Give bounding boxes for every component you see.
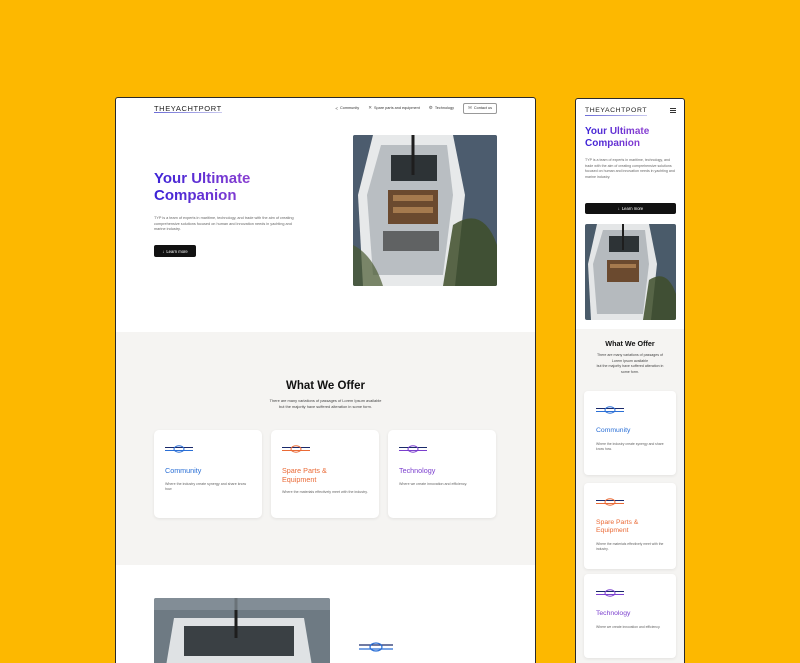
logo[interactable]: THEYACHTPORT <box>585 106 648 116</box>
top-nav: THEYACHTPORT < Community ✕ Spare parts a… <box>116 98 535 118</box>
knot-icon <box>399 445 427 453</box>
card-description: Where the materials effectively meet wit… <box>282 490 368 494</box>
offer-subtitle-line: but the majority have suffered alteratio… <box>279 403 372 409</box>
knot-icon <box>596 498 624 506</box>
hero-description: TYP is a team of experts in maritime, te… <box>154 216 294 232</box>
contact-button[interactable]: ✉ Contact us <box>463 102 497 114</box>
card-description: Where the materials effectively meet wit… <box>596 542 664 552</box>
arrow-down-icon: ↓ <box>617 206 620 211</box>
nav-item-community[interactable]: < Community <box>335 106 359 111</box>
offer-card-community[interactable]: Community Where the industry create syne… <box>154 430 262 518</box>
nav-label: Spare parts and equipment <box>373 106 420 110</box>
hero-title: Your Ultimate Companion <box>585 126 680 150</box>
card-title: Spare Parts & Equipment <box>596 519 639 535</box>
offer-card-technology[interactable]: Technology Where we create innovation an… <box>388 430 496 518</box>
hero-yacht-image <box>585 224 676 320</box>
mobile-preview: THEYACHTPORT Your Ultimate Companion TYP… <box>575 98 685 663</box>
learn-more-label: Learn more <box>166 248 188 254</box>
offer-title: What We Offer <box>285 380 365 392</box>
offer-section: What We Offer There are many variations … <box>116 332 535 565</box>
offer-card-spare-parts[interactable]: Spare Parts & Equipment Where the materi… <box>271 430 379 518</box>
offer-title: What We Offer <box>605 339 655 348</box>
offer-subtitle: There are many variations of passages of… <box>116 398 535 409</box>
knot-icon <box>165 445 193 453</box>
desktop-preview: THEYACHTPORT < Community ✕ Spare parts a… <box>115 97 536 663</box>
logo-underline <box>585 114 648 116</box>
logo-text: THEYACHTPORT <box>585 106 648 114</box>
card-title: Technology <box>596 610 631 617</box>
card-description: Where the industry create synergy and sh… <box>165 482 247 492</box>
arrow-down-icon: ↓ <box>162 248 165 254</box>
card-description: Where we create innovation and efficienc… <box>399 482 468 486</box>
nav-item-technology[interactable]: ⚙ Technology <box>429 105 454 111</box>
menu-icon[interactable] <box>670 107 676 113</box>
nav-item-spare-parts[interactable]: ✕ Spare parts and equipment <box>368 105 420 111</box>
gear-icon: ⚙ <box>428 105 433 110</box>
learn-more-button[interactable]: ↓ Learn more <box>585 203 676 214</box>
hero-title: Your Ultimate Companion <box>154 170 314 204</box>
offer-section: What We Offer There are many variations … <box>576 329 684 663</box>
learn-more-label: Learn more <box>621 206 644 211</box>
hero-yacht-image <box>353 135 497 286</box>
mail-icon: ✉ <box>468 105 472 110</box>
logo[interactable]: THEYACHTPORT <box>154 104 222 113</box>
offer-subtitle-line: some form. <box>621 369 639 374</box>
nav-links: < Community ✕ Spare parts and equipment … <box>335 102 497 114</box>
contact-label: Contact us <box>473 106 492 110</box>
logo-underline <box>154 111 222 113</box>
card-title: Community <box>596 427 631 434</box>
hero-section: Your Ultimate Companion TYP is a team of… <box>116 118 535 332</box>
offer-card-spare-parts[interactable]: Spare Parts & Equipment Where the materi… <box>584 483 676 569</box>
card-description: Where the industry create synergy and sh… <box>596 442 664 452</box>
card-description: Where we create innovation and efficienc… <box>596 625 661 629</box>
offer-subtitle: There are many variations of passages of… <box>582 353 678 375</box>
offer-card-technology[interactable]: Technology Where we create innovation an… <box>584 574 676 658</box>
knot-icon <box>282 445 310 453</box>
knot-icon <box>359 642 393 652</box>
nav-label: Community <box>340 106 360 110</box>
card-title: Technology <box>399 466 436 475</box>
card-title: Community <box>165 466 202 475</box>
hero-description: TYP is a team of experts in maritime, te… <box>585 158 675 179</box>
learn-more-button[interactable]: ↓ Learn more <box>154 245 196 257</box>
knot-icon <box>596 406 624 414</box>
section-yacht-image <box>154 598 330 663</box>
card-title: Spare Parts & Equipment <box>282 466 327 484</box>
knot-icon <box>596 589 624 597</box>
nav-label: Technology <box>434 106 455 110</box>
mobile-nav: THEYACHTPORT <box>585 104 676 116</box>
share-icon: < <box>335 105 338 111</box>
tools-icon: ✕ <box>368 105 372 110</box>
offer-card-community[interactable]: Community Where the industry create syne… <box>584 391 676 475</box>
